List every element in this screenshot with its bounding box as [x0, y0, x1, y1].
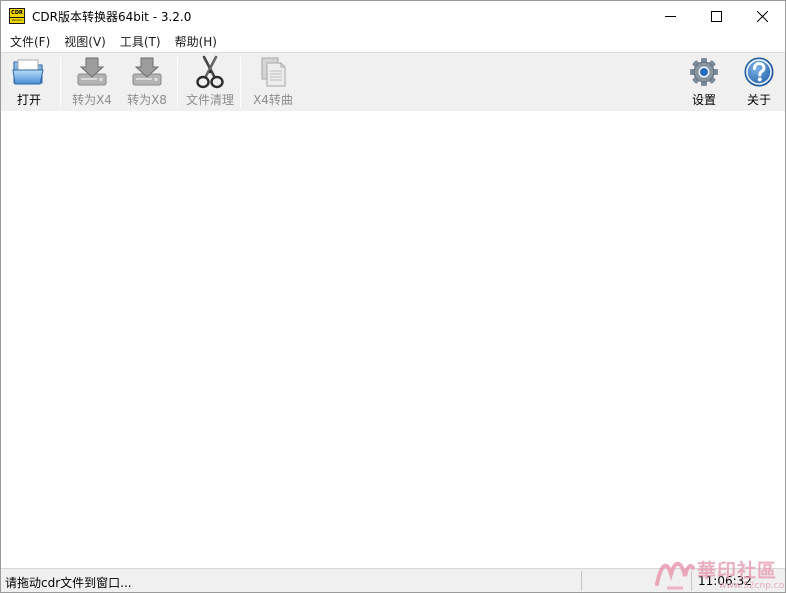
file-clean-label: 文件清理 [185, 93, 234, 107]
x4-curve-label: X4转曲 [253, 93, 293, 107]
about-button[interactable]: 关于 [740, 55, 778, 109]
gear-icon [687, 55, 721, 89]
window-title: CDR版本转换器64bit - 3.2.0 [32, 10, 192, 24]
menu-view[interactable]: 视图(V) [57, 32, 113, 52]
menu-tools[interactable]: 工具(T) [113, 32, 168, 52]
app-icon-text-bottom: Version [10, 18, 24, 23]
app-icon-text-top: CDR [10, 9, 24, 17]
minimize-button[interactable] [647, 1, 693, 31]
open-button[interactable]: 打开 [9, 55, 49, 109]
minimize-icon [664, 15, 676, 17]
app-window: CDR Version CDR版本转换器64bit - 3.2.0 文件(F) … [0, 0, 786, 593]
maximize-icon [710, 10, 722, 22]
status-divider [581, 571, 582, 591]
scissors-icon [193, 55, 227, 89]
toolbar-separator [177, 57, 178, 107]
convert-x8-button[interactable]: 转为X8 [125, 55, 169, 109]
menu-bar: 文件(F) 视图(V) 工具(T) 帮助(H) [1, 31, 785, 52]
convert-x8-label: 转为X8 [127, 93, 167, 107]
title-bar[interactable]: CDR Version CDR版本转换器64bit - 3.2.0 [1, 1, 785, 31]
menu-help[interactable]: 帮助(H) [168, 32, 224, 52]
close-icon [756, 10, 768, 22]
maximize-button[interactable] [693, 1, 739, 31]
convert-x4-button[interactable]: 转为X4 [70, 55, 114, 109]
watermark-url: www.52cnp.com [719, 581, 786, 591]
documents-icon [256, 55, 290, 89]
x4-curve-button[interactable]: X4转曲 [250, 55, 296, 109]
status-message: 请拖动cdr文件到窗口... [5, 576, 132, 590]
menu-file[interactable]: 文件(F) [3, 32, 57, 52]
download-drive-icon [130, 55, 164, 89]
file-clean-button[interactable]: 文件清理 [184, 55, 236, 109]
convert-x4-label: 转为X4 [72, 93, 112, 107]
download-drive-icon [75, 55, 109, 89]
folder-open-icon [12, 55, 46, 89]
watermark-text: 華印社區 [697, 560, 778, 582]
app-icon: CDR Version [9, 8, 25, 24]
settings-label: 设置 [691, 93, 716, 107]
toolbar-separator [240, 57, 241, 107]
toolbar: 打开 转为X4 转为X8 文件清理 X4转曲 设置 关于 [1, 52, 785, 111]
about-label: 关于 [746, 93, 771, 107]
help-icon [742, 55, 776, 89]
watermark: 華印社區 www.52cnp.com [651, 554, 786, 592]
open-label: 打开 [16, 93, 41, 107]
toolbar-separator [60, 57, 61, 107]
close-button[interactable] [739, 1, 785, 31]
settings-button[interactable]: 设置 [685, 55, 723, 109]
watermark-logo-icon [655, 561, 695, 590]
drop-area[interactable] [1, 111, 785, 568]
